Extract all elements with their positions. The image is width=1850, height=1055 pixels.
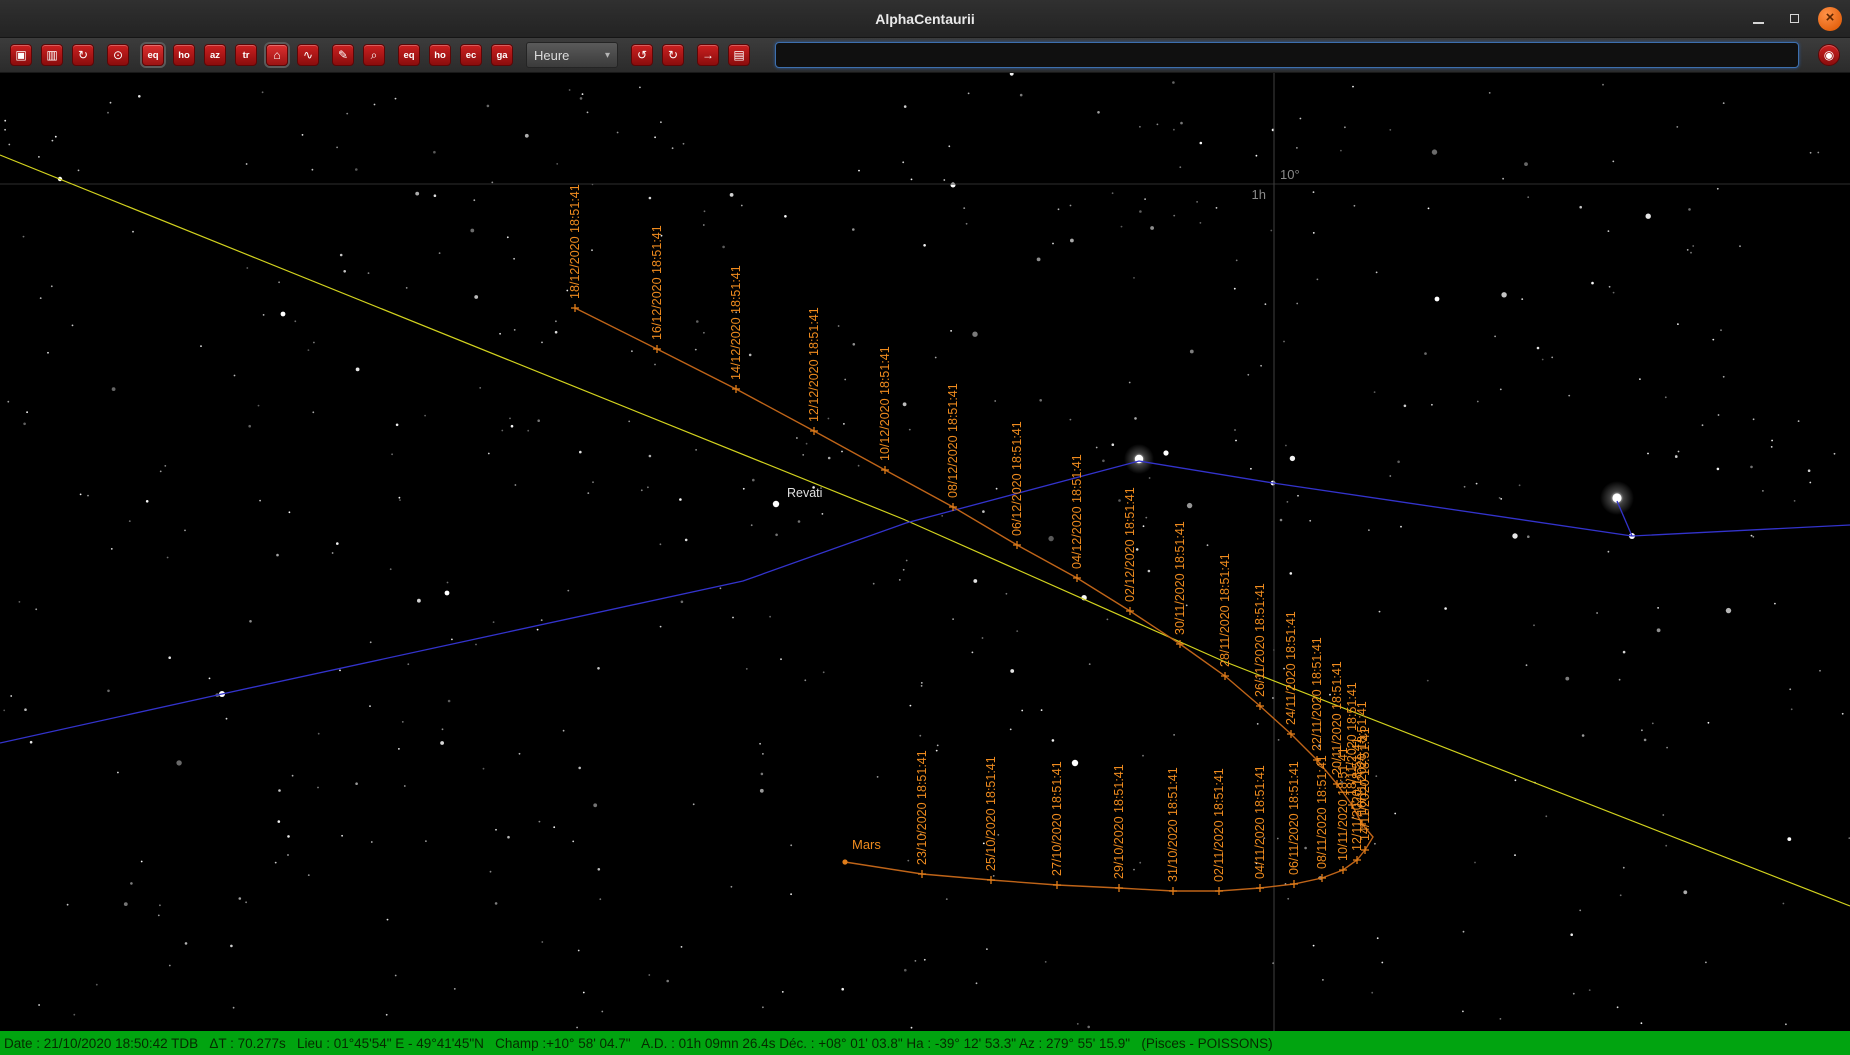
mars-date-label: 29/10/2020 18:51:41 xyxy=(1112,764,1126,879)
update-chart-icon[interactable]: ↻ xyxy=(72,44,94,66)
sky-chart-canvas[interactable]: 1h 10° 18/12/2020 18:51:41 16/12/2020 18:51… xyxy=(0,73,1850,1031)
coord-transit-icon[interactable]: tr xyxy=(235,44,257,66)
window-title: AlphaCentaurii xyxy=(875,11,975,27)
close-button[interactable]: × xyxy=(1818,7,1842,31)
mars-date-label: 27/10/2020 18:51:41 xyxy=(1050,761,1064,876)
save-chart-icon[interactable]: ▤ xyxy=(728,44,750,66)
minimize-icon xyxy=(1753,22,1764,24)
mars-date-label: 10/12/2020 18:51:41 xyxy=(878,346,892,461)
grid-equatorial-icon[interactable]: eq xyxy=(398,44,420,66)
mars-date-label: 12/12/2020 18:51:41 xyxy=(807,307,821,422)
zoom-finder-icon[interactable]: ⌕ xyxy=(363,44,385,66)
time-backward-icon[interactable]: ↺ xyxy=(631,44,653,66)
chart-settings-icon[interactable]: ▣ xyxy=(10,44,32,66)
time-forward-icon[interactable]: ↻ xyxy=(662,44,684,66)
mars-date-label: 30/11/2020 18:51:41 xyxy=(1173,521,1187,635)
titlebar[interactable]: AlphaCentaurii × xyxy=(0,0,1850,38)
mars-date-label: 08/11/2020 18:51:41 xyxy=(1315,755,1329,869)
mars-date-label: 25/10/2020 18:51:41 xyxy=(984,756,998,871)
toolbar-group-time: ↺↻ xyxy=(631,44,684,66)
star xyxy=(773,501,779,507)
star xyxy=(1072,760,1078,766)
mars-date-label: 10/11/2020 18:51:41 xyxy=(1336,747,1350,861)
sky-chart: 1h 10° 18/12/2020 18:51:41 16/12/2020 18:51… xyxy=(0,73,1850,1031)
center-target-icon[interactable]: ⊙ xyxy=(107,44,129,66)
mars-date-label: 23/10/2020 18:51:41 xyxy=(915,750,929,865)
maximize-button[interactable] xyxy=(1782,7,1806,31)
mars-date-label: 14/11/2020 18:51:41 xyxy=(1358,727,1372,841)
mars-date-label: 02/12/2020 18:51:41 xyxy=(1123,487,1137,602)
chevron-down-icon: ▾ xyxy=(605,50,610,61)
revati-label: Revati xyxy=(787,486,822,500)
mars-date-label: 04/11/2020 18:51:41 xyxy=(1253,765,1267,879)
time-step-value: Heure xyxy=(534,48,569,63)
star xyxy=(1435,297,1440,302)
mars-date-label: 24/11/2020 18:51:41 xyxy=(1284,611,1298,725)
toolbar-group-actions: →▤ xyxy=(697,44,750,66)
track-object-icon[interactable]: → xyxy=(697,44,719,66)
toolbar-group-grids: eqhoecga xyxy=(398,44,513,66)
app-window: AlphaCentaurii × ▣▥↻ ⊙ eqhoaztr⌂∿ ✎⌕ eqh… xyxy=(0,0,1850,1055)
mars-date-label: 18/12/2020 18:51:41 xyxy=(568,184,582,299)
mars-date-label: 14/12/2020 18:51:41 xyxy=(729,265,743,380)
mars-date-label: 31/10/2020 18:51:41 xyxy=(1166,767,1180,882)
grid-horizontal-icon[interactable]: ho xyxy=(429,44,451,66)
star xyxy=(281,312,286,317)
mars-date-label: 06/12/2020 18:51:41 xyxy=(1010,421,1024,536)
annotate-icon[interactable]: ✎ xyxy=(332,44,354,66)
star xyxy=(951,183,956,188)
maximize-icon xyxy=(1790,14,1799,23)
star xyxy=(445,591,450,596)
mars-date-label: 16/12/2020 18:51:41 xyxy=(650,225,664,340)
mars-label: Mars xyxy=(852,837,881,852)
toolbar-group-file: ▣ ▥ ↻ xyxy=(10,44,94,66)
coord-equatorial-icon[interactable]: eq xyxy=(142,44,164,66)
mars-date-label: 08/12/2020 18:51:41 xyxy=(946,383,960,498)
mars-date-label: 22/11/2020 18:51:41 xyxy=(1310,637,1324,751)
star xyxy=(1163,450,1168,455)
mars-date-label: 02/11/2020 18:51:41 xyxy=(1212,768,1226,882)
mars-date-label: 28/11/2020 18:51:41 xyxy=(1218,553,1232,667)
statusbar: Date : 21/10/2020 18:50:42 TDB ΔT : 70.2… xyxy=(0,1031,1850,1055)
time-step-select[interactable]: Heure ▾ xyxy=(526,42,618,68)
minimize-button[interactable] xyxy=(1746,7,1770,31)
toolbar-group-display: eqhoaztr ⌂ ∿ xyxy=(142,44,319,66)
horizon-display-icon[interactable]: ⌂ xyxy=(266,44,288,66)
object-search-input[interactable] xyxy=(775,42,1799,68)
coord-altaz-icon[interactable]: az xyxy=(204,44,226,66)
window-controls: × xyxy=(1746,0,1842,37)
dec-grid-label: 10° xyxy=(1280,167,1300,182)
grid-ecliptic-icon[interactable]: ec xyxy=(460,44,482,66)
mars-date-label: 26/11/2020 18:51:41 xyxy=(1253,583,1267,697)
mars-date-label: 04/12/2020 18:51:41 xyxy=(1070,454,1084,569)
toolbar-group-target: ⊙ xyxy=(107,44,129,66)
field-curve-icon[interactable]: ∿ xyxy=(297,44,319,66)
status-text: Date : 21/10/2020 18:50:42 TDB ΔT : 70.2… xyxy=(0,1036,1273,1051)
mars-indicator-icon[interactable]: ◉ xyxy=(1818,44,1840,66)
grid-galactic-icon[interactable]: ga xyxy=(491,44,513,66)
observatory-setup-icon[interactable]: ▥ xyxy=(41,44,63,66)
mars-point[interactable] xyxy=(842,859,847,864)
toolbar-group-edit: ✎⌕ xyxy=(332,44,385,66)
mars-date-label: 06/11/2020 18:51:41 xyxy=(1287,761,1301,875)
coord-horizontal-icon[interactable]: ho xyxy=(173,44,195,66)
close-icon: × xyxy=(1826,10,1835,25)
toolbar: ▣▥↻ ⊙ eqhoaztr⌂∿ ✎⌕ eqhoecga Heure ▾ ↺↻ … xyxy=(0,38,1850,73)
ra-grid-label: 1h xyxy=(1252,187,1266,202)
